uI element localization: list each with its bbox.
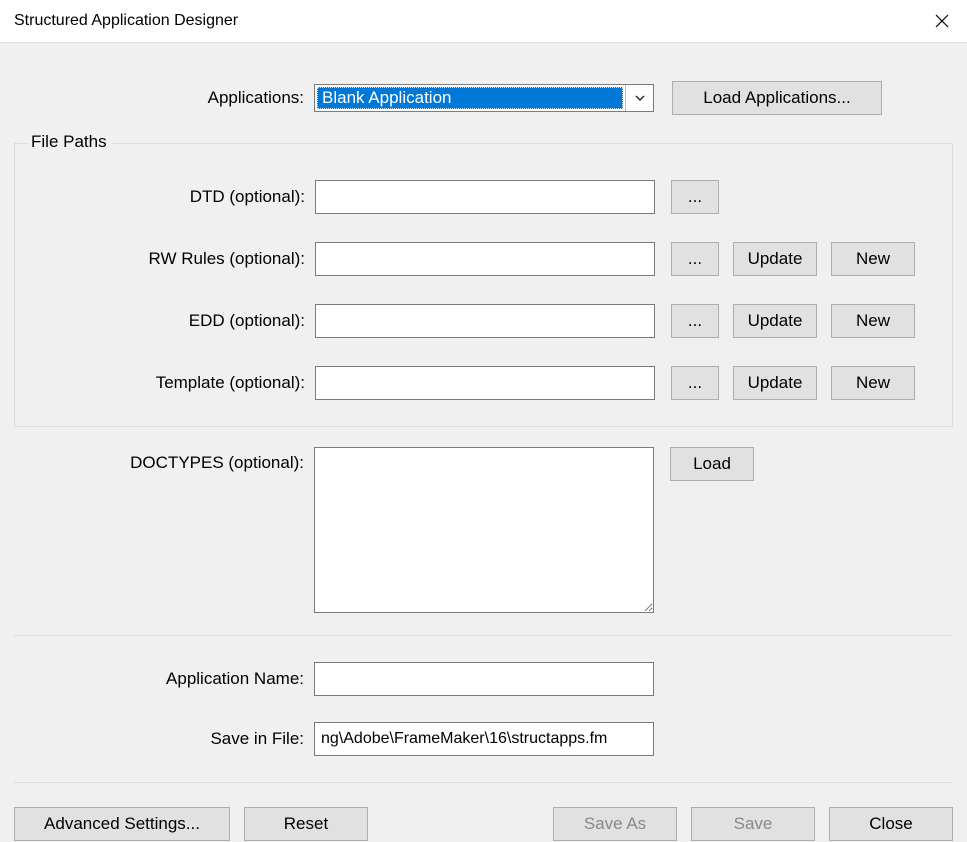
doctypes-textarea[interactable] (314, 447, 654, 613)
file-paths-group: File Paths DTD (optional): ... RW Rules … (14, 143, 953, 427)
doctypes-row: DOCTYPES (optional): Load (14, 447, 953, 613)
window-close-button[interactable] (917, 0, 967, 43)
dtd-input[interactable] (315, 180, 655, 214)
applications-label: Applications: (14, 88, 314, 108)
separator-2 (14, 782, 953, 783)
applications-combo-dropdown-button[interactable] (625, 85, 653, 111)
edd-input[interactable] (315, 304, 655, 338)
doctypes-label: DOCTYPES (optional): (14, 447, 314, 473)
rw-label: RW Rules (optional): (15, 249, 315, 269)
rw-update-button[interactable]: Update (733, 242, 817, 276)
rw-browse-button[interactable]: ... (671, 242, 719, 276)
footer-buttons: Advanced Settings... Reset Save As Save … (14, 807, 953, 841)
edd-update-button[interactable]: Update (733, 304, 817, 338)
template-update-button[interactable]: Update (733, 366, 817, 400)
dtd-label: DTD (optional): (15, 187, 315, 207)
template-new-button[interactable]: New (831, 366, 915, 400)
edd-new-button[interactable]: New (831, 304, 915, 338)
save-in-file-label: Save in File: (14, 729, 314, 749)
title-bar: Structured Application Designer (0, 0, 967, 43)
applications-combo-selected: Blank Application (317, 87, 623, 109)
dtd-browse-button[interactable]: ... (671, 180, 719, 214)
edd-browse-button[interactable]: ... (671, 304, 719, 338)
save-as-button[interactable]: Save As (553, 807, 677, 841)
close-button[interactable]: Close (829, 807, 953, 841)
reset-button[interactable]: Reset (244, 807, 368, 841)
template-label: Template (optional): (15, 373, 315, 393)
application-name-input[interactable] (314, 662, 654, 696)
doctypes-load-button[interactable]: Load (670, 447, 754, 481)
chevron-down-icon (635, 95, 645, 101)
application-name-label: Application Name: (14, 669, 314, 689)
window-title: Structured Application Designer (14, 12, 238, 30)
edd-label: EDD (optional): (15, 311, 315, 331)
save-button[interactable]: Save (691, 807, 815, 841)
save-in-file-input[interactable] (314, 722, 654, 756)
rw-new-button[interactable]: New (831, 242, 915, 276)
close-icon (935, 14, 949, 28)
rw-input[interactable] (315, 242, 655, 276)
applications-combo[interactable]: Blank Application (314, 84, 654, 112)
template-input[interactable] (315, 366, 655, 400)
dialog-content: Applications: Blank Application Load App… (0, 43, 967, 842)
separator-1 (14, 635, 953, 636)
applications-row: Applications: Blank Application Load App… (14, 43, 953, 115)
template-browse-button[interactable]: ... (671, 366, 719, 400)
file-paths-legend: File Paths (27, 132, 111, 152)
load-applications-button[interactable]: Load Applications... (672, 81, 882, 115)
advanced-settings-button[interactable]: Advanced Settings... (14, 807, 230, 841)
